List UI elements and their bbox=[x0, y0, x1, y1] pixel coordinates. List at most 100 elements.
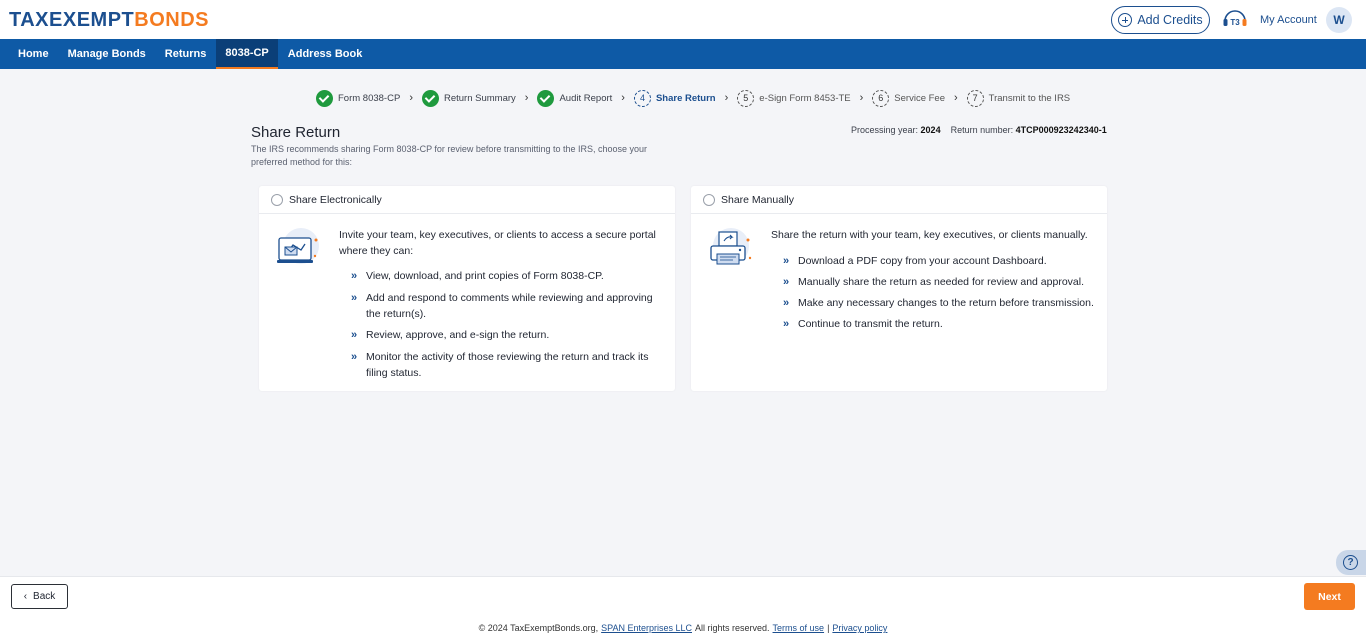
bullet-text: Monitor the activity of those reviewing … bbox=[366, 350, 649, 379]
step-transmit: 7 Transmit to the IRS bbox=[966, 89, 1071, 107]
list-item: » Continue to transmit the return. bbox=[783, 316, 1103, 332]
rights-text: All rights reserved. bbox=[695, 623, 770, 633]
copyright-text: © 2024 TaxExemptBonds.org, bbox=[478, 623, 599, 633]
footer: © 2024 TaxExemptBonds.org, SPAN Enterpri… bbox=[0, 615, 1366, 641]
logo-prefix: TAXEXEMPT bbox=[9, 9, 135, 31]
company-link[interactable]: SPAN Enterprises LLC bbox=[601, 623, 692, 633]
svg-text:T3: T3 bbox=[1230, 18, 1240, 27]
chevron-right-icon: › bbox=[524, 92, 529, 104]
step-e-sign: 5 e-Sign Form 8453-TE bbox=[737, 89, 851, 107]
step-label: Transmit to the IRS bbox=[988, 92, 1071, 104]
question-circle-icon: ? bbox=[1343, 555, 1358, 570]
nav-address-book[interactable]: Address Book bbox=[278, 39, 372, 69]
step-service-fee: 6 Service Fee bbox=[872, 89, 945, 107]
bullet-text: Continue to transmit the return. bbox=[798, 318, 943, 330]
back-button[interactable]: ‹ Back bbox=[11, 584, 68, 609]
bullet-text: Make any necessary changes to the return… bbox=[798, 297, 1094, 309]
step-label: Share Return bbox=[655, 92, 716, 104]
share-electronically-card[interactable]: Share Electronically Invite your team, k… bbox=[259, 186, 675, 391]
bullet-text: Review, approve, and e-sign the return. bbox=[366, 329, 550, 341]
check-circle-icon bbox=[421, 89, 439, 107]
privacy-link[interactable]: Privacy policy bbox=[832, 623, 887, 633]
step-label: Form 8038-CP bbox=[338, 92, 401, 104]
double-chevron-right-icon: » bbox=[351, 270, 358, 282]
nav-8038-cp[interactable]: 8038-CP bbox=[215, 39, 279, 69]
add-credits-button[interactable]: Add Credits bbox=[1111, 6, 1210, 34]
double-chevron-right-icon: » bbox=[351, 329, 358, 341]
step-number: 5 bbox=[737, 89, 755, 107]
chevron-right-icon: › bbox=[859, 92, 864, 104]
processing-year-label: Processing year: bbox=[851, 125, 919, 135]
top-header: TAXEXEMPTBONDS Add Credits T3 My Account… bbox=[0, 0, 1366, 39]
double-chevron-right-icon: » bbox=[783, 318, 790, 330]
share-manually-header[interactable]: Share Manually bbox=[691, 186, 1107, 214]
check-circle-icon bbox=[316, 89, 333, 107]
share-electronically-header[interactable]: Share Electronically bbox=[259, 186, 675, 214]
double-chevron-right-icon: » bbox=[783, 255, 790, 267]
chevron-right-icon: › bbox=[724, 92, 729, 104]
step-label: Service Fee bbox=[894, 92, 945, 104]
list-item: » Review, approve, and e-sign the return. bbox=[351, 327, 661, 343]
step-label: Return Summary bbox=[443, 92, 516, 104]
share-manually-label: Share Manually bbox=[721, 193, 794, 206]
secure-portal-illustration-icon bbox=[277, 228, 319, 264]
logo-suffix: BONDS bbox=[134, 9, 209, 31]
share-electronically-bullets: » View, download, and print copies of For… bbox=[351, 268, 661, 386]
list-item: » Add and respond to comments while revie… bbox=[351, 290, 661, 322]
plus-circle-icon bbox=[1118, 13, 1133, 27]
share-manually-card[interactable]: Share Manually Share the return with you… bbox=[691, 186, 1107, 391]
double-chevron-right-icon: » bbox=[351, 291, 358, 304]
share-manually-intro: Share the return with your team, key exe… bbox=[771, 229, 1088, 241]
step-label: e-Sign Form 8453-TE bbox=[759, 92, 851, 104]
nav-returns[interactable]: Returns bbox=[155, 39, 216, 69]
share-electronically-radio[interactable] bbox=[271, 193, 283, 206]
list-item: » Download a PDF copy from your account D… bbox=[783, 253, 1103, 269]
list-item: » Monitor the activity of those reviewing… bbox=[351, 349, 661, 381]
chevron-right-icon: › bbox=[409, 92, 413, 104]
back-label: Back bbox=[33, 591, 56, 602]
t3-headset-icon[interactable]: T3 bbox=[1222, 8, 1248, 32]
step-audit-report[interactable]: Audit Report bbox=[537, 89, 613, 107]
bullet-text: Add and respond to comments while review… bbox=[366, 291, 653, 320]
bullet-text: View, download, and print copies of Form… bbox=[366, 270, 604, 282]
return-meta: Processing year: 2024 Return number: 4TC… bbox=[851, 125, 1107, 135]
step-return-summary[interactable]: Return Summary bbox=[421, 89, 516, 107]
footer-separator: | bbox=[827, 623, 830, 633]
return-number-label: Return number: bbox=[950, 125, 1014, 135]
step-label: Audit Report bbox=[559, 92, 613, 104]
check-circle-icon bbox=[537, 89, 555, 107]
main-nav: Home Manage Bonds Returns 8038-CP Addres… bbox=[0, 39, 1366, 69]
next-button[interactable]: Next bbox=[1304, 583, 1355, 610]
chevron-left-icon: ‹ bbox=[23, 591, 28, 602]
step-number: 4 bbox=[633, 89, 651, 107]
bullet-text: Manually share the return as needed for … bbox=[798, 276, 1085, 288]
avatar[interactable]: W bbox=[1326, 7, 1352, 33]
list-item: » Manually share the return as needed for… bbox=[783, 274, 1103, 290]
nav-home[interactable]: Home bbox=[0, 39, 58, 69]
printer-share-illustration-icon bbox=[710, 228, 752, 265]
terms-link[interactable]: Terms of use bbox=[773, 623, 825, 633]
add-credits-label: Add Credits bbox=[1137, 13, 1203, 27]
chevron-right-icon: › bbox=[621, 92, 625, 104]
share-manually-bullets: » Download a PDF copy from your account D… bbox=[783, 253, 1103, 337]
step-form-8038-cp[interactable]: Form 8038-CP bbox=[316, 89, 401, 107]
list-item: » View, download, and print copies of For… bbox=[351, 268, 661, 284]
list-item: » Make any necessary changes to the retur… bbox=[783, 295, 1103, 311]
share-electronically-label: Share Electronically bbox=[289, 193, 382, 206]
bullet-text: Download a PDF copy from your account Da… bbox=[798, 255, 1047, 267]
step-number: 6 bbox=[872, 89, 890, 107]
my-account-link[interactable]: My Account bbox=[1260, 14, 1317, 26]
step-number: 7 bbox=[966, 89, 984, 107]
progress-stepper: Form 8038-CP › Return Summary › Audit Re… bbox=[316, 88, 1070, 108]
share-manually-radio[interactable] bbox=[703, 193, 715, 206]
share-electronically-intro: Invite your team, key executives, or cli… bbox=[339, 229, 656, 257]
double-chevron-right-icon: » bbox=[783, 276, 790, 288]
return-number-value: 4TCP000923242340-1 bbox=[1015, 125, 1107, 135]
logo[interactable]: TAXEXEMPTBONDS bbox=[9, 9, 209, 32]
nav-manage-bonds[interactable]: Manage Bonds bbox=[58, 39, 155, 69]
help-button[interactable]: ? bbox=[1336, 550, 1366, 575]
page-description: The IRS recommends sharing Form 8038-CP … bbox=[251, 144, 648, 167]
double-chevron-right-icon: » bbox=[783, 297, 790, 309]
chevron-right-icon: › bbox=[953, 92, 958, 104]
step-share-return[interactable]: 4 Share Return bbox=[633, 89, 716, 107]
